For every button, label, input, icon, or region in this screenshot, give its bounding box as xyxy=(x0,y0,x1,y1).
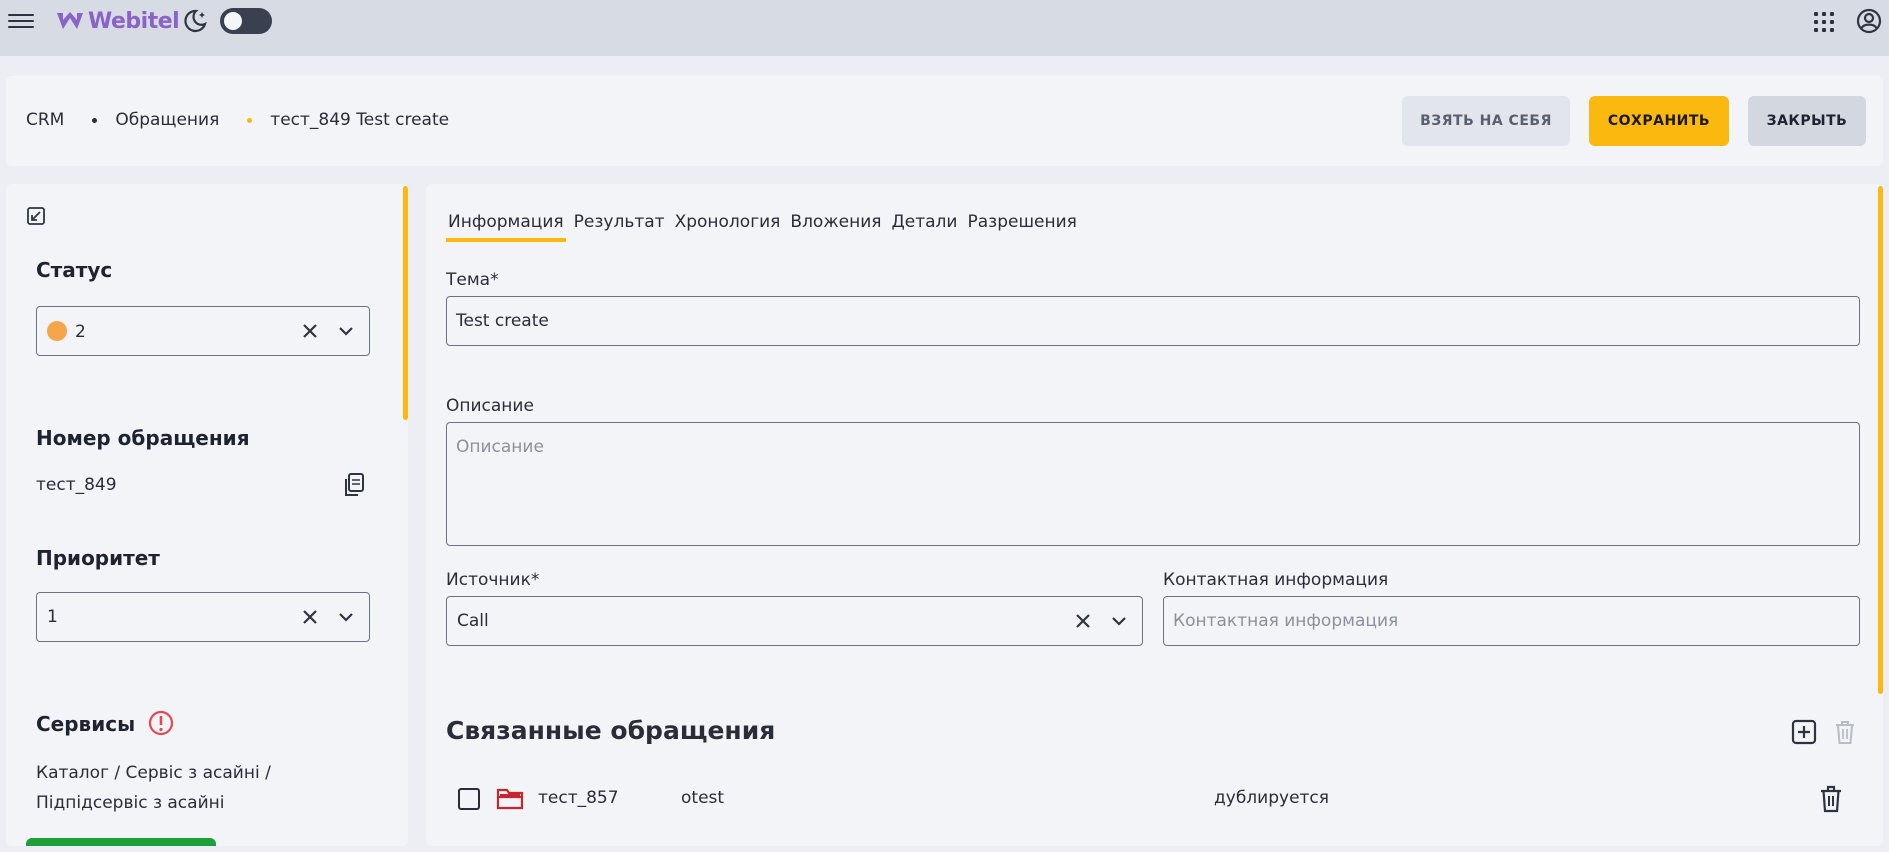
status-dot xyxy=(47,321,67,341)
breadcrumb-current: тест_849 Test create xyxy=(270,110,450,130)
row-relation: дублируется xyxy=(1214,788,1329,808)
services-path-line1: Каталог / Сервіс з асайні / xyxy=(36,763,271,783)
row-appeal-id[interactable]: тест_857 xyxy=(538,788,619,808)
related-appeals-title: Связанные обращения xyxy=(446,716,776,745)
chevron-down-icon[interactable] xyxy=(337,322,355,340)
tab-permissions[interactable]: Разрешения xyxy=(965,210,1078,242)
source-select[interactable]: Call xyxy=(446,596,1143,646)
tab-information[interactable]: Информация xyxy=(446,210,566,242)
save-button[interactable]: Сохранить xyxy=(1589,96,1729,146)
priority-select[interactable]: 1 xyxy=(36,592,370,642)
take-button[interactable]: Взять на себя xyxy=(1402,96,1570,146)
close-button[interactable]: Закрыть xyxy=(1748,96,1866,146)
tab-result[interactable]: Результат xyxy=(572,210,667,242)
subject-input[interactable]: Test create xyxy=(446,296,1860,346)
status-value-text: 2 xyxy=(75,322,86,342)
top-bar: Webitel xyxy=(0,0,1889,56)
trash-icon[interactable] xyxy=(1818,784,1844,814)
status-value: 2 xyxy=(47,321,86,342)
appeal-number: тест_849 xyxy=(36,475,117,495)
services-title-text: Сервисы xyxy=(36,712,136,736)
logo-text: Webitel xyxy=(88,8,180,34)
warning-icon xyxy=(149,710,174,736)
moon-icon xyxy=(184,9,207,33)
services-path-line2: Підпідсервіс з асайні xyxy=(36,793,225,813)
page-header: CRM Обращения тест_849 Test create Взять… xyxy=(6,76,1883,166)
breadcrumb-separator-active xyxy=(247,117,253,123)
breadcrumb-separator xyxy=(92,117,98,123)
breadcrumb-appeals[interactable]: Обращения xyxy=(115,110,219,130)
copy-icon[interactable] xyxy=(342,472,366,498)
clear-icon[interactable] xyxy=(301,608,319,626)
subject-label: Тема* xyxy=(446,270,499,290)
tab-chronology[interactable]: Хронология xyxy=(673,210,783,242)
folder-icon xyxy=(496,788,524,810)
sidebar-panel: Статус 2 Номер обращения тест_849 Приори… xyxy=(6,184,408,846)
clear-icon[interactable] xyxy=(301,322,319,340)
collapse-icon[interactable] xyxy=(26,206,46,226)
tab-details[interactable]: Детали xyxy=(890,210,960,242)
clear-icon[interactable] xyxy=(1074,612,1092,630)
priority-title: Приоритет xyxy=(36,546,160,570)
number-title: Номер обращения xyxy=(36,426,250,450)
table-row: тест_857 otest дублируется xyxy=(446,774,1856,824)
green-action-button[interactable] xyxy=(26,838,216,846)
chevron-down-icon[interactable] xyxy=(337,608,355,626)
add-icon[interactable] xyxy=(1790,718,1818,746)
description-textarea[interactable]: Описание xyxy=(446,422,1860,546)
row-author: otest xyxy=(681,788,725,808)
main-panel: Информация Результат Хронология Вложения… xyxy=(426,184,1883,846)
source-value: Call xyxy=(457,611,489,631)
sidebar-scrollbar[interactable] xyxy=(403,186,408,420)
priority-value: 1 xyxy=(47,607,58,627)
toggle-knob xyxy=(224,12,242,30)
breadcrumb-crm[interactable]: CRM xyxy=(26,110,64,130)
status-title: Статус xyxy=(36,258,113,282)
contact-input[interactable]: Контактная информация xyxy=(1163,596,1860,646)
description-label: Описание xyxy=(446,396,534,416)
webitel-logo[interactable]: Webitel xyxy=(56,8,180,34)
source-label: Источник* xyxy=(446,570,540,590)
main-scrollbar[interactable] xyxy=(1878,186,1883,694)
webitel-logo-icon xyxy=(57,12,83,29)
status-select[interactable]: 2 xyxy=(36,306,370,356)
contact-label: Контактная информация xyxy=(1163,570,1389,590)
services-title: Сервисы xyxy=(36,710,174,736)
row-checkbox[interactable] xyxy=(458,788,480,810)
trash-icon-disabled xyxy=(1836,721,1854,744)
tab-attachments[interactable]: Вложения xyxy=(788,210,883,242)
tab-bar: Информация Результат Хронология Вложения… xyxy=(446,210,1085,242)
theme-toggle[interactable] xyxy=(220,8,272,34)
breadcrumb: CRM Обращения тест_849 Test create xyxy=(26,110,449,130)
apps-grid-icon[interactable] xyxy=(1812,10,1834,32)
account-icon[interactable] xyxy=(1856,8,1882,34)
menu-icon[interactable] xyxy=(8,10,34,32)
chevron-down-icon[interactable] xyxy=(1110,612,1128,630)
